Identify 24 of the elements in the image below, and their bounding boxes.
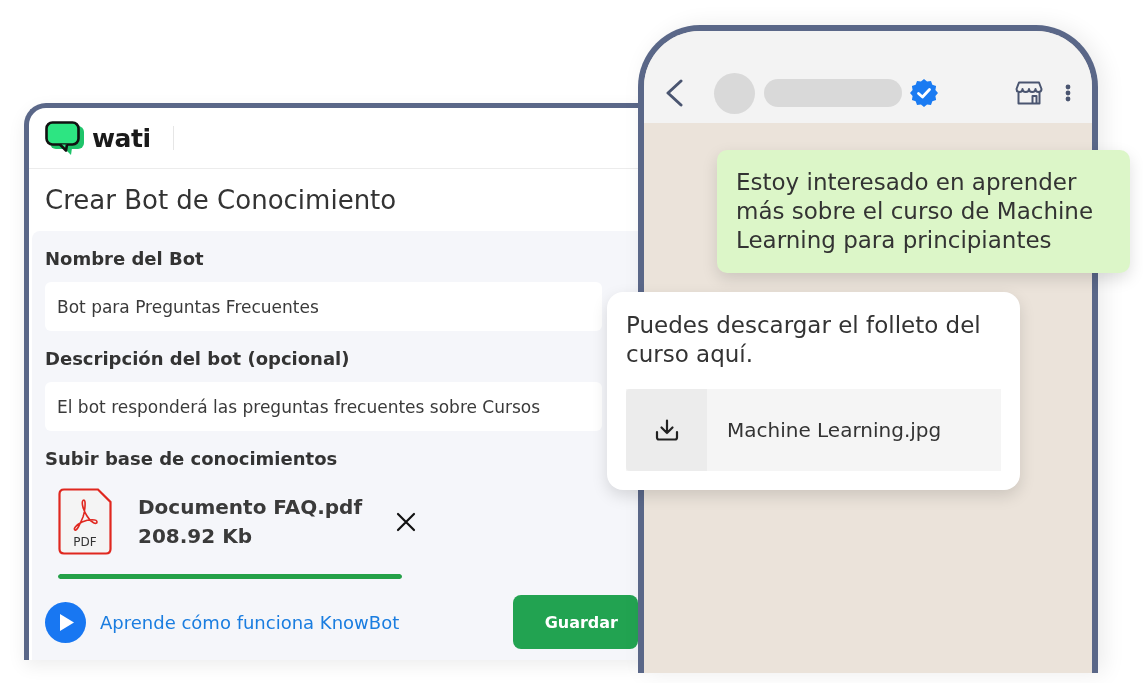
field-label: Subir base de conocimientos xyxy=(45,447,338,471)
message-text: Puedes descargar el folleto del curso aquí. xyxy=(626,311,982,369)
storefront-icon[interactable] xyxy=(1015,81,1043,105)
help-link[interactable]: Aprende cómo funciona KnowBot xyxy=(100,611,400,633)
file-name: Documento FAQ.pdf xyxy=(138,493,363,521)
field-label: Descripción del bot (opcional) xyxy=(45,347,350,371)
text-input[interactable]: Bot para Preguntas Frecuentes xyxy=(45,282,602,331)
close-icon[interactable] xyxy=(396,511,417,532)
file-size: 208.92 Kb xyxy=(138,522,252,550)
back-icon[interactable] xyxy=(665,79,683,107)
play-icon[interactable] xyxy=(45,601,86,643)
field-label: Nombre del Bot xyxy=(45,247,204,271)
brand-name: wati xyxy=(92,123,151,153)
chat-bubble-logo-icon xyxy=(45,121,85,155)
download-icon xyxy=(654,419,679,441)
page-title: Crear Bot de Conocimiento xyxy=(45,185,397,215)
more-options-icon[interactable] xyxy=(1065,84,1071,102)
text-input[interactable]: El bot responderá las preguntas frecuentes sobre Cursos xyxy=(45,382,602,431)
pdf-file-icon: PDF xyxy=(58,488,112,555)
message-text: Estoy interesado en aprender más sobre el curso de Machine Learning para principiantes xyxy=(736,168,1095,255)
attachment-name: Machine Learning.jpg xyxy=(727,418,942,442)
avatar-placeholder xyxy=(714,72,755,114)
download-button[interactable] xyxy=(626,389,707,471)
file-attachment[interactable]: Machine Learning.jpg xyxy=(626,389,1001,471)
